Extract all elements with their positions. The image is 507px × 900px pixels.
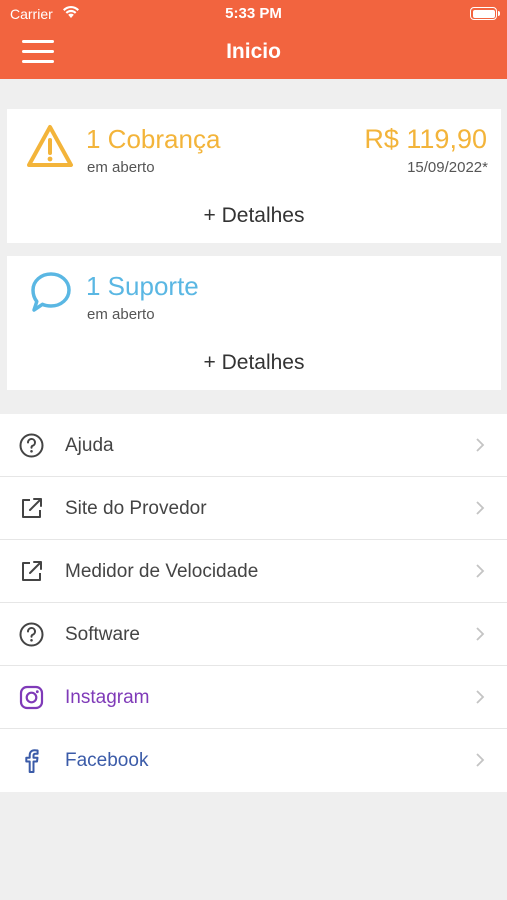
menu-item-label: Site do Provedor [65,498,207,519]
menu-item-instagram[interactable]: Instagram [0,666,507,729]
menu-item-medidor-de-velocidade[interactable]: Medidor de Velocidade [0,540,507,603]
chevron-right-icon [476,627,485,641]
external-link-icon [22,498,42,518]
chat-bubble-icon [31,272,71,312]
billing-title: 1 Cobrança [86,124,221,154]
status-time: 5:33 PM [225,5,282,22]
menu-item-label: Instagram [65,687,150,708]
chevron-right-icon [476,753,485,767]
status-bar: Carrier 5:33 PM [0,0,507,28]
support-card[interactable]: 1 Suporte em aberto + Detalhes [7,256,501,390]
billing-due-date: 15/09/2022* [407,159,488,176]
chevron-right-icon [476,690,485,704]
app-header: Carrier 5:33 PM Inicio [0,0,507,79]
billing-details-link[interactable]: + Detalhes [7,204,501,228]
chevron-right-icon [476,438,485,452]
help-circle-icon [19,433,44,458]
help-circle-icon [19,622,44,647]
chevron-right-icon [476,564,485,578]
page-title: Inicio [226,40,281,63]
chevron-right-icon [476,501,485,515]
support-subtitle: em aberto [87,306,155,323]
menu-item-label: Facebook [65,750,149,771]
external-link-icon [22,561,42,581]
battery-icon [470,7,500,20]
menu-item-label: Software [65,624,140,645]
warning-icon [27,125,73,167]
billing-subtitle: em aberto [87,159,155,176]
instagram-icon [19,685,44,710]
menu-item-software[interactable]: Software [0,603,507,666]
menu-item-label: Medidor de Velocidade [65,561,259,582]
menu-item-site-do-provedor[interactable]: Site do Provedor [0,477,507,540]
menu-item-label: Ajuda [65,435,114,456]
support-details-link[interactable]: + Detalhes [7,351,501,375]
menu-item-facebook[interactable]: Facebook [0,729,507,792]
billing-amount: R$ 119,90 [364,124,487,154]
menu-item-ajuda[interactable]: Ajuda [0,414,507,477]
facebook-icon [25,749,39,773]
billing-card[interactable]: 1 Cobrança em aberto R$ 119,90 15/09/202… [7,109,501,243]
support-title: 1 Suporte [86,271,199,301]
menu-list: Ajuda Site do Provedor Medidor de Veloci… [0,414,507,792]
